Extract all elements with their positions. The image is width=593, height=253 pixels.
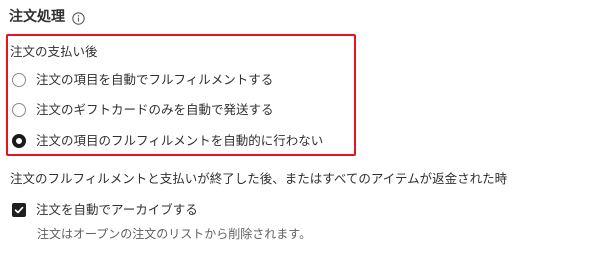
auto-archive-checkbox-row[interactable]: 注文を自動でアーカイブする xyxy=(12,201,198,219)
radio-button[interactable] xyxy=(12,73,26,87)
checkbox-label: 注文を自動でアーカイブする xyxy=(36,202,198,217)
section-title: 注文処理 xyxy=(9,9,65,25)
checkmark-icon xyxy=(14,206,24,214)
after-payment-label: 注文の支払い後 xyxy=(10,44,98,59)
section-header: 注文処理 xyxy=(9,7,85,27)
radio-button-selected[interactable] xyxy=(12,134,26,148)
radio-option-no-auto-fulfill[interactable]: 注文の項目のフルフィルメントを自動的に行わない xyxy=(12,132,323,150)
radio-label: 注文の項目を自動でフルフィルメントする xyxy=(36,72,274,87)
radio-label: 注文のギフトカードのみを自動で発送する xyxy=(36,102,274,117)
radio-button[interactable] xyxy=(12,103,26,117)
archive-description: 注文のフルフィルメントと支払いが終了した後、またはすべてのアイテムが返金された時 xyxy=(10,171,508,186)
radio-label: 注文の項目のフルフィルメントを自動的に行わない xyxy=(36,133,324,148)
archive-help-text: 注文はオープンの注文のリストから削除されます。 xyxy=(37,227,312,241)
radio-option-auto-fulfill[interactable]: 注文の項目を自動でフルフィルメントする xyxy=(12,71,273,89)
auto-archive-checkbox[interactable] xyxy=(12,203,26,217)
radio-option-gift-cards-only[interactable]: 注文のギフトカードのみを自動で発送する xyxy=(12,101,274,119)
info-icon[interactable] xyxy=(72,11,85,25)
